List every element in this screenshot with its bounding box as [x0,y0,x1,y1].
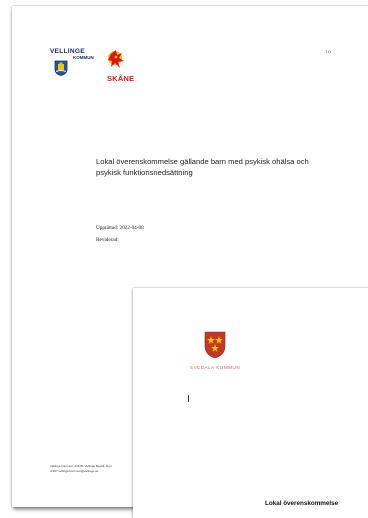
skane-griffin-icon [108,50,124,68]
text-cursor [188,395,189,402]
document-title: Lokal överenskommelse gällande barn med … [96,157,309,177]
vellinge-shield-icon [54,60,68,76]
vellinge-logo-text: VELLINGE [50,48,85,55]
svedala-logo-text: SVEDALA KOMMUN [190,365,241,370]
revised-label: Reviderad: [96,237,119,243]
document-page-2: SVEDALA KOMMUN Lokal överenskommelse [133,288,368,518]
document-2-title: Lokal överenskommelse [265,500,339,507]
page-number: 1 (r [325,49,332,54]
svedala-crest-icon [204,331,226,359]
vellinge-logo-subtext: KOMMUN [73,55,94,60]
skane-logo-text: SKÅNE [107,74,135,83]
established-date: Upprättad: 2022-04-08 [96,225,144,231]
